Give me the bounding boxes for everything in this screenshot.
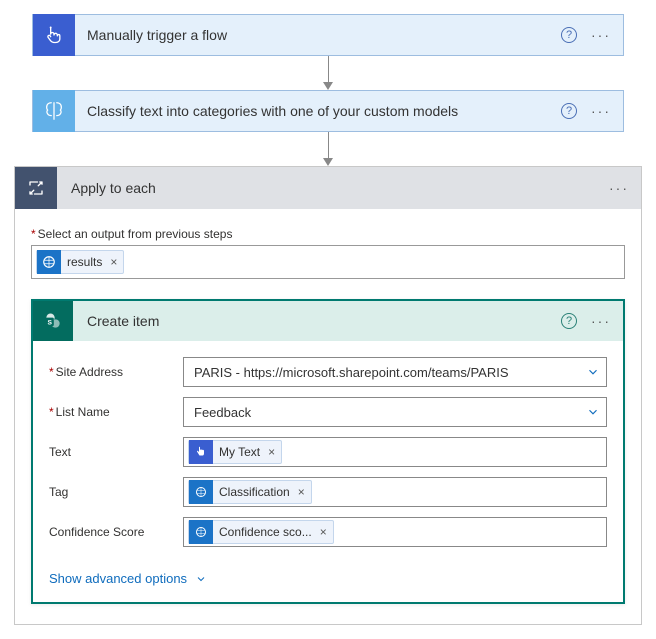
output-from-previous-steps-field[interactable]: results × bbox=[31, 245, 625, 279]
pointer-icon bbox=[189, 440, 213, 464]
site-address-value: PARIS - https://microsoft.sharepoint.com… bbox=[194, 365, 586, 380]
site-address-select[interactable]: PARIS - https://microsoft.sharepoint.com… bbox=[183, 357, 607, 387]
help-icon[interactable]: ? bbox=[561, 313, 577, 329]
label-confidence-score: Confidence Score bbox=[49, 525, 183, 539]
token-label: My Text bbox=[213, 445, 268, 459]
show-advanced-options-link[interactable]: Show advanced options bbox=[49, 571, 207, 586]
token-classification[interactable]: Classification × bbox=[188, 480, 312, 504]
card-title: Create item bbox=[73, 313, 561, 329]
card-actions: ? ··· bbox=[561, 27, 623, 43]
token-label: Confidence sco... bbox=[213, 525, 320, 539]
output-label: *Select an output from previous steps bbox=[31, 227, 625, 241]
brain-icon bbox=[33, 90, 75, 132]
chevron-down-icon bbox=[586, 405, 600, 419]
close-icon[interactable]: × bbox=[298, 485, 311, 499]
list-name-value: Feedback bbox=[194, 405, 586, 420]
card-apply-to-each: Apply to each ··· *Select an output from… bbox=[14, 166, 642, 625]
chevron-down-icon bbox=[195, 573, 207, 585]
card-title: Classify text into categories with one o… bbox=[75, 103, 561, 119]
confidence-score-field[interactable]: Confidence sco... × bbox=[183, 517, 607, 547]
menu-icon[interactable]: ··· bbox=[607, 180, 631, 196]
token-results[interactable]: results × bbox=[36, 250, 124, 274]
help-icon[interactable]: ? bbox=[561, 27, 577, 43]
token-my-text[interactable]: My Text × bbox=[188, 440, 282, 464]
label-site-address: *Site Address bbox=[49, 365, 183, 379]
text-field[interactable]: My Text × bbox=[183, 437, 607, 467]
connector-arrow bbox=[14, 56, 642, 90]
card-manual-trigger[interactable]: Manually trigger a flow ? ··· bbox=[32, 14, 624, 56]
svg-text:S: S bbox=[47, 319, 52, 326]
close-icon[interactable]: × bbox=[320, 525, 333, 539]
tag-field[interactable]: Classification × bbox=[183, 477, 607, 507]
card-actions: ··· bbox=[607, 180, 641, 196]
menu-icon[interactable]: ··· bbox=[589, 313, 613, 329]
ai-icon bbox=[189, 480, 213, 504]
card-actions: ? ··· bbox=[561, 103, 623, 119]
menu-icon[interactable]: ··· bbox=[589, 27, 613, 43]
card-title: Apply to each bbox=[57, 180, 607, 196]
label-text: Text bbox=[49, 445, 183, 459]
close-icon[interactable]: × bbox=[268, 445, 281, 459]
connector-arrow bbox=[14, 132, 642, 166]
pointer-icon bbox=[33, 14, 75, 56]
card-title: Manually trigger a flow bbox=[75, 27, 561, 43]
card-classify-text[interactable]: Classify text into categories with one o… bbox=[32, 90, 624, 132]
token-label: results bbox=[61, 255, 110, 269]
card-actions: ? ··· bbox=[561, 313, 623, 329]
chevron-down-icon bbox=[586, 365, 600, 379]
ai-icon bbox=[37, 250, 61, 274]
list-name-select[interactable]: Feedback bbox=[183, 397, 607, 427]
menu-icon[interactable]: ··· bbox=[589, 103, 613, 119]
loop-icon bbox=[15, 167, 57, 209]
close-icon[interactable]: × bbox=[110, 255, 123, 269]
help-icon[interactable]: ? bbox=[561, 103, 577, 119]
sharepoint-icon: S bbox=[33, 301, 73, 341]
label-tag: Tag bbox=[49, 485, 183, 499]
create-item-header[interactable]: S Create item ? ··· bbox=[33, 301, 623, 341]
ai-icon bbox=[189, 520, 213, 544]
token-label: Classification bbox=[213, 485, 298, 499]
card-create-item: S Create item ? ··· *Site Address bbox=[31, 299, 625, 604]
token-confidence-score[interactable]: Confidence sco... × bbox=[188, 520, 334, 544]
apply-to-each-header[interactable]: Apply to each ··· bbox=[15, 167, 641, 209]
label-list-name: *List Name bbox=[49, 405, 183, 419]
